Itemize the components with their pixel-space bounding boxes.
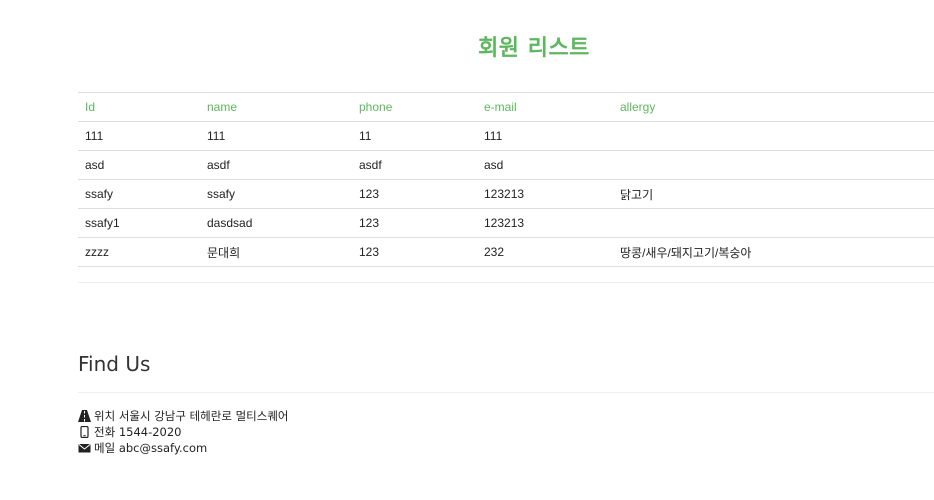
cell-email: 111	[477, 121, 613, 151]
cell-id: ssafy1	[78, 208, 200, 238]
cell-phone: 11	[352, 121, 477, 151]
divider	[78, 392, 934, 393]
road-icon	[78, 410, 92, 422]
column-header-email: e-mail	[477, 93, 613, 122]
cell-phone: 123	[352, 208, 477, 238]
page-title: 회원 리스트	[478, 36, 590, 61]
cell-allergy: 닭고기	[613, 179, 934, 209]
cell-allergy: 땅콩/새우/돼지고기/복숭아	[613, 237, 934, 267]
divider	[78, 282, 934, 283]
email-text: 메일 abc@ssafy.com	[94, 441, 208, 455]
column-header-id: Id	[78, 93, 200, 122]
phone-text: 전화 1544-2020	[94, 425, 182, 439]
contact-email: 메일 abc@ssafy.com	[78, 440, 288, 456]
table-row: 111 111 11 111	[78, 121, 934, 151]
cell-allergy	[613, 121, 934, 151]
cell-name: dasdsad	[200, 208, 352, 238]
cell-allergy	[613, 150, 934, 180]
contact-info: 위치 서울시 강남구 테헤란로 멀티스퀘어 전화 1544-2020 메일 ab…	[78, 408, 288, 456]
table-row: zzzz 문대희 123 232 땅콩/새우/돼지고기/복숭아	[78, 237, 934, 267]
table-row: ssafy ssafy 123 123213 닭고기	[78, 179, 934, 209]
cell-id: 111	[78, 121, 200, 151]
cell-allergy	[613, 208, 934, 238]
cell-name: asdf	[200, 150, 352, 180]
cell-email: 123213	[477, 179, 613, 209]
column-header-phone: phone	[352, 93, 477, 122]
member-table: Id name phone e-mail allergy 111 111 11 …	[78, 93, 934, 267]
table-header-row: Id name phone e-mail allergy	[78, 93, 934, 122]
cell-phone: 123	[352, 179, 477, 209]
cell-phone: asdf	[352, 150, 477, 180]
column-header-allergy: allergy	[613, 93, 934, 122]
mobile-phone-icon	[78, 426, 92, 438]
table-row: ssafy1 dasdsad 123 123213	[78, 208, 934, 238]
cell-id: asd	[78, 150, 200, 180]
cell-email: asd	[477, 150, 613, 180]
contact-phone: 전화 1544-2020	[78, 424, 288, 440]
cell-email: 123213	[477, 208, 613, 238]
column-header-name: name	[200, 93, 352, 122]
cell-name: ssafy	[200, 179, 352, 209]
cell-email: 232	[477, 237, 613, 267]
cell-id: zzzz	[78, 237, 200, 267]
location-text: 위치 서울시 강남구 테헤란로 멀티스퀘어	[94, 409, 289, 423]
cell-phone: 123	[352, 237, 477, 267]
member-table-container: Id name phone e-mail allergy 111 111 11 …	[78, 92, 934, 267]
find-us-heading: Find Us	[78, 352, 151, 376]
contact-location: 위치 서울시 강남구 테헤란로 멀티스퀘어	[78, 408, 288, 424]
cell-id: ssafy	[78, 179, 200, 209]
table-row: asd asdf asdf asd	[78, 150, 934, 180]
cell-name: 문대희	[200, 237, 352, 267]
cell-name: 111	[200, 121, 352, 151]
envelope-icon	[78, 442, 92, 454]
